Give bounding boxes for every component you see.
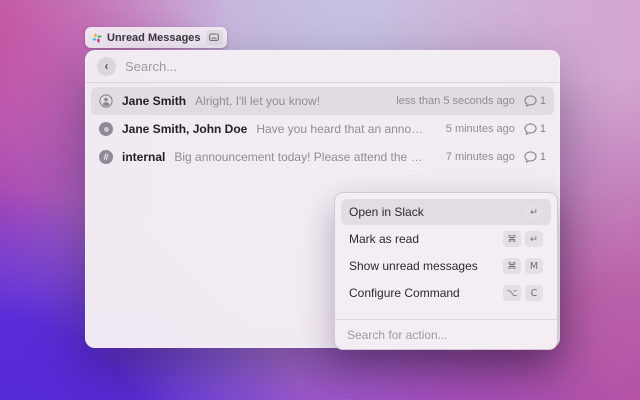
message-preview: Have you heard that an announcement is c… xyxy=(256,122,427,136)
key-command: ⌘ xyxy=(503,231,521,247)
comment-bubble-icon xyxy=(524,151,537,163)
comment-bubble-icon xyxy=(524,123,537,135)
back-button[interactable]: ‹ xyxy=(97,57,116,76)
message-preview: Big announcement today! Please attend th… xyxy=(174,150,427,164)
menu-item-open-in-slack[interactable]: Open in Slack ↵ xyxy=(341,199,551,225)
action-search-bar xyxy=(335,319,557,349)
shortcut-keys: ⌘ M xyxy=(503,258,543,274)
search-bar: ‹ xyxy=(85,50,560,83)
menu-item-label: Configure Command xyxy=(349,286,503,300)
key-return: ↵ xyxy=(525,204,543,220)
chip-label: Unread Messages xyxy=(107,32,201,44)
message-timestamp: less than 5 seconds ago xyxy=(396,95,515,107)
message-row-jane-smith-john-doe[interactable]: Jane Smith, John Doe Have you heard that… xyxy=(91,115,554,143)
key-m: M xyxy=(525,258,543,274)
shortcut-keys: ↵ xyxy=(525,204,543,220)
comment-count-badge: 1 xyxy=(524,95,546,107)
message-list: Jane Smith Alright, I'll let you know! l… xyxy=(85,83,560,175)
slack-icon xyxy=(92,33,102,43)
message-title: Jane Smith, John Doe xyxy=(122,122,247,136)
action-menu-panel: Open in Slack ↵ Mark as read ⌘ ↵ Show un… xyxy=(334,192,558,350)
message-preview: Alright, I'll let you know! xyxy=(195,94,320,108)
channel-icon: # xyxy=(99,150,113,164)
key-c: C xyxy=(525,285,543,301)
key-option: ⌥ xyxy=(503,285,521,301)
comment-bubble-icon xyxy=(524,95,537,107)
menu-item-label: Open in Slack xyxy=(349,205,525,219)
message-row-jane-smith[interactable]: Jane Smith Alright, I'll let you know! l… xyxy=(91,87,554,115)
menu-item-label: Mark as read xyxy=(349,232,503,246)
key-command: ⌘ xyxy=(503,258,521,274)
message-timestamp: 5 minutes ago xyxy=(446,123,515,135)
comment-count-badge: 1 xyxy=(524,151,546,163)
message-title: internal xyxy=(122,150,165,164)
comment-count-badge: 1 xyxy=(524,123,546,135)
action-search-input[interactable] xyxy=(347,328,545,342)
menu-item-show-unread-messages[interactable]: Show unread messages ⌘ M xyxy=(341,253,551,279)
command-chip-unread-messages[interactable]: Unread Messages xyxy=(85,27,227,48)
comment-count: 1 xyxy=(540,95,546,107)
group-avatar-icon xyxy=(99,122,113,136)
comment-count: 1 xyxy=(540,151,546,163)
comment-count: 1 xyxy=(540,123,546,135)
message-row-internal[interactable]: # internal Big announcement today! Pleas… xyxy=(91,143,554,171)
search-input[interactable] xyxy=(125,59,548,74)
shortcut-keys: ⌘ ↵ xyxy=(503,231,543,247)
menu-item-mark-as-read[interactable]: Mark as read ⌘ ↵ xyxy=(341,226,551,252)
message-title: Jane Smith xyxy=(122,94,186,108)
action-menu-items: Open in Slack ↵ Mark as read ⌘ ↵ Show un… xyxy=(335,193,557,319)
menu-item-label: Show unread messages xyxy=(349,259,503,273)
hotkey-badge-icon xyxy=(206,30,223,45)
chevron-left-icon: ‹ xyxy=(105,60,109,72)
menu-item-configure-command[interactable]: Configure Command ⌥ C xyxy=(341,280,551,306)
person-icon xyxy=(99,94,113,108)
message-timestamp: 7 minutes ago xyxy=(446,151,515,163)
key-return: ↵ xyxy=(525,231,543,247)
shortcut-keys: ⌥ C xyxy=(503,285,543,301)
